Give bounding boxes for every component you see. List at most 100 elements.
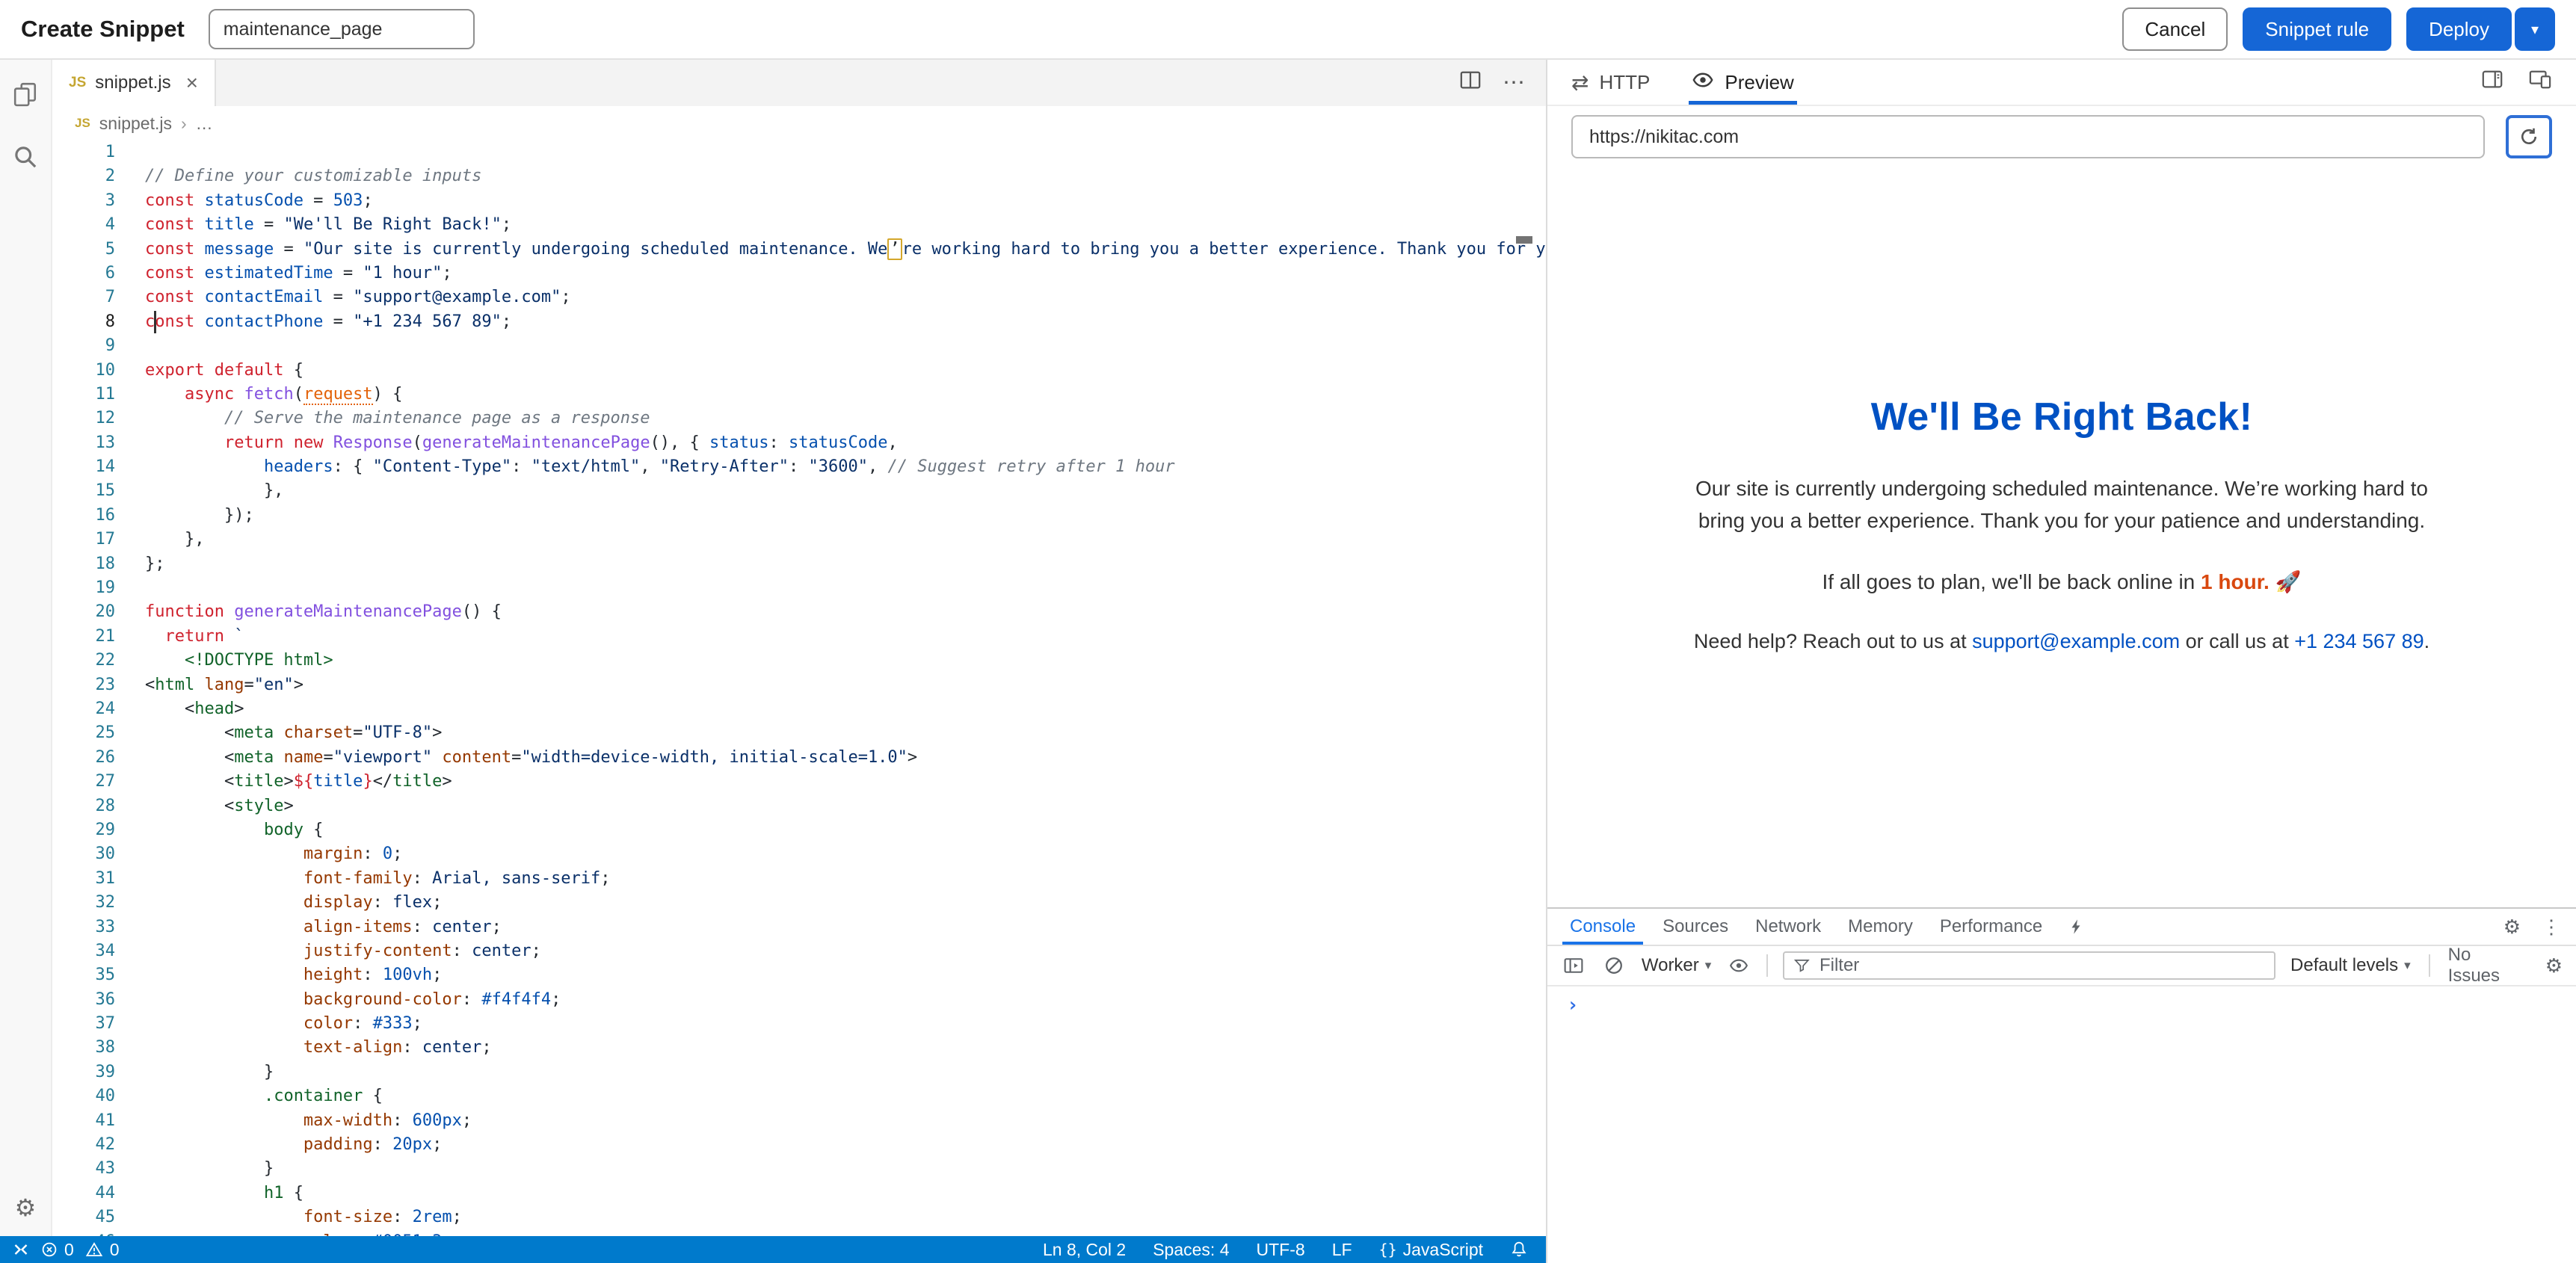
encoding-setting[interactable]: UTF-8 (1257, 1240, 1305, 1260)
code-line[interactable]: text-align: center; (145, 1036, 1546, 1060)
snippets-icon[interactable] (12, 81, 39, 108)
phone-link[interactable]: +1 234 567 89 (2294, 630, 2424, 652)
code-line[interactable]: return new Response(generateMaintenanceP… (145, 431, 1546, 455)
cursor-position[interactable]: Ln 8, Col 2 (1043, 1240, 1126, 1260)
kebab-menu-icon[interactable]: ⋮ (2542, 915, 2561, 939)
code-line[interactable]: align-items: center; (145, 915, 1546, 939)
code-line[interactable] (145, 140, 1546, 164)
code-line[interactable]: h1 { (145, 1182, 1546, 1205)
snippet-rule-button[interactable]: Snippet rule (2243, 7, 2391, 51)
code-line[interactable]: <style> (145, 794, 1546, 818)
indentation-setting[interactable]: Spaces: 4 (1153, 1240, 1229, 1260)
live-expression-eye-icon[interactable] (1726, 953, 1751, 978)
remote-indicator-icon[interactable] (12, 1241, 30, 1259)
code-line[interactable]: body { (145, 818, 1546, 842)
code-line[interactable]: async fetch(request) { (145, 383, 1546, 407)
cancel-button[interactable]: Cancel (2122, 7, 2228, 51)
code-line[interactable]: padding: 20px; (145, 1133, 1546, 1157)
code-line[interactable]: }, (145, 528, 1546, 552)
settings-gear-icon[interactable]: ⚙ (12, 1194, 39, 1221)
close-icon[interactable]: × (186, 71, 198, 95)
devtools-tab-console[interactable]: Console (1556, 909, 1649, 945)
eol-setting[interactable]: LF (1332, 1240, 1352, 1260)
performance-insights-icon[interactable] (2056, 909, 2096, 945)
code-line[interactable]: <meta name="viewport" content="width=dev… (145, 746, 1546, 770)
log-levels-dropdown[interactable]: Default levels ▾ (2290, 955, 2411, 976)
code-line[interactable]: const estimatedTime = "1 hour"; (145, 262, 1546, 285)
code-lines[interactable]: // Define your customizable inputsconst … (121, 140, 1546, 1236)
tab-snippet-js[interactable]: JS snippet.js × (52, 60, 216, 106)
code-line[interactable]: <html lang="en"> (145, 673, 1546, 697)
search-icon[interactable] (12, 143, 39, 170)
code-line[interactable]: background-color: #f4f4f4; (145, 988, 1546, 1012)
code-line[interactable]: color: #0051c3; (145, 1230, 1546, 1236)
code-line[interactable]: justify-content: center; (145, 939, 1546, 963)
devtools-tab-network[interactable]: Network (1742, 909, 1834, 945)
code-line[interactable]: height: 100vh; (145, 963, 1546, 987)
breadcrumb[interactable]: JS snippet.js › … (52, 106, 1546, 140)
code-editor[interactable]: 1234567891011121314151617181920212223242… (52, 140, 1546, 1236)
support-email-link[interactable]: support@example.com (1972, 630, 2180, 652)
tab-preview[interactable]: Preview (1692, 60, 1793, 105)
deploy-button[interactable]: Deploy (2406, 7, 2512, 51)
deploy-dropdown-button[interactable]: ▾ (2515, 7, 2555, 51)
devtools-settings-gear-icon[interactable]: ⚙ (2503, 917, 2521, 936)
code-line[interactable]: export default { (145, 359, 1546, 383)
code-line[interactable]: <title>${title}</title> (145, 770, 1546, 794)
notifications-bell-icon[interactable] (1510, 1241, 1528, 1259)
code-line[interactable]: return ` (145, 625, 1546, 649)
code-line[interactable]: font-family: Arial, sans-serif; (145, 867, 1546, 891)
tab-http[interactable]: ⇄ HTTP (1571, 60, 1650, 105)
devtools-tab-memory[interactable]: Memory (1834, 909, 1926, 945)
code-line[interactable]: .container { (145, 1084, 1546, 1108)
console-messages-area[interactable]: › (1547, 986, 2576, 1263)
url-input[interactable] (1571, 115, 2485, 158)
panel-layout-icon[interactable] (2480, 68, 2504, 96)
split-editor-icon[interactable] (1459, 69, 1482, 97)
code-line[interactable]: // Define your customizable inputs (145, 164, 1546, 188)
refresh-button[interactable] (2506, 115, 2552, 158)
code-line[interactable]: font-size: 2rem; (145, 1205, 1546, 1229)
code-line[interactable]: headers: { "Content-Type": "text/html", … (145, 455, 1546, 479)
code-line[interactable] (145, 576, 1546, 600)
code-line[interactable]: const message = "Our site is currently u… (145, 238, 1546, 262)
language-mode[interactable]: {} JavaScript (1379, 1240, 1483, 1260)
more-actions-icon[interactable]: ⋯ (1503, 72, 1525, 94)
code-line[interactable]: }; (145, 552, 1546, 576)
console-sidebar-toggle-icon[interactable] (1561, 953, 1586, 978)
code-line[interactable]: } (145, 1157, 1546, 1181)
code-line[interactable]: const title = "We'll Be Right Back!"; (145, 213, 1546, 237)
code-line[interactable]: max-width: 600px; (145, 1109, 1546, 1133)
code-line[interactable]: <!DOCTYPE html> (145, 649, 1546, 673)
breadcrumb-file[interactable]: snippet.js (99, 114, 172, 134)
code-line[interactable]: const statusCode = 503; (145, 189, 1546, 213)
snippet-name-input[interactable] (209, 9, 475, 49)
clear-console-icon[interactable] (1601, 953, 1627, 978)
main-columns: ⚙ JS snippet.js × ⋯ (0, 60, 2576, 1263)
devtools-tab-sources[interactable]: Sources (1649, 909, 1742, 945)
errors-indicator[interactable]: 0 (40, 1240, 74, 1260)
console-prompt-chevron[interactable]: › (1547, 994, 2576, 1017)
code-line[interactable]: const contactEmail = "support@example.co… (145, 285, 1546, 309)
code-line[interactable]: } (145, 1060, 1546, 1084)
console-filter-input[interactable] (1819, 955, 2265, 976)
devtools-tab-performance[interactable]: Performance (1926, 909, 2056, 945)
code-line[interactable]: function generateMaintenancePage() { (145, 600, 1546, 624)
issues-counter[interactable]: No Issues (2448, 945, 2527, 986)
code-line[interactable]: // Serve the maintenance page as a respo… (145, 407, 1546, 430)
console-settings-gear-icon[interactable]: ⚙ (2545, 956, 2563, 975)
code-line[interactable]: margin: 0; (145, 842, 1546, 866)
execution-context-dropdown[interactable]: Worker ▾ (1642, 955, 1711, 976)
breadcrumb-more[interactable]: … (196, 114, 213, 134)
code-line[interactable]: }, (145, 479, 1546, 503)
code-line[interactable] (145, 334, 1546, 358)
code-line[interactable]: <head> (145, 697, 1546, 721)
code-line[interactable]: display: flex; (145, 891, 1546, 915)
code-line[interactable]: }); (145, 504, 1546, 528)
code-line[interactable]: <meta charset="UTF-8"> (145, 721, 1546, 745)
code-line[interactable]: color: #333; (145, 1012, 1546, 1036)
code-line[interactable]: const contactPhone = "+1 234 567 89"; (145, 310, 1546, 334)
warnings-indicator[interactable]: 0 (84, 1240, 120, 1260)
console-toolbar: Worker ▾ Default levels ▾ (1547, 946, 2576, 986)
device-preview-icon[interactable] (2528, 68, 2552, 96)
